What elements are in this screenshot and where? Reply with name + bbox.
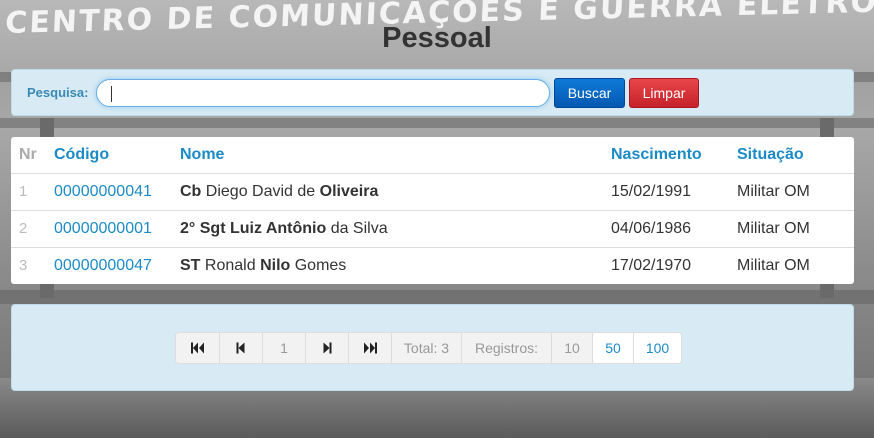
row-number: 2 [19,220,28,237]
first-page-icon [190,342,204,354]
prev-page-button[interactable] [219,333,262,363]
last-page-button[interactable] [348,333,391,363]
search-label: Pesquisa: [27,85,89,100]
situacao-cell: Militar OM [737,257,810,274]
page-title: Pessoal [382,22,492,54]
column-header-nascimento[interactable]: Nascimento [611,137,702,173]
buscar-button[interactable]: Buscar [554,78,625,108]
situacao-cell: Militar OM [737,183,810,200]
next-page-icon [323,342,332,354]
pagination-panel: 1 Total: 3 Registros: 10 50 100 [11,304,854,391]
last-page-icon [364,342,377,354]
column-header-situacao[interactable]: Situação [737,137,804,173]
search-input[interactable] [96,79,550,107]
nascimento-cell: 15/02/1991 [611,183,692,200]
column-header-nome[interactable]: Nome [180,137,224,173]
codigo-link[interactable]: 00000000047 [54,248,152,284]
nome-cell: ST Ronald Nilo Gomes [180,257,347,274]
pagination: 1 Total: 3 Registros: 10 50 100 [175,332,682,364]
limpar-button[interactable]: Limpar [629,78,699,108]
column-header-nr[interactable]: Nr [19,137,37,173]
next-page-button[interactable] [305,333,348,363]
row-number: 3 [19,257,28,274]
table-row[interactable]: 1 00000000041 Cb Diego David de Oliveira… [11,173,854,210]
codigo-link[interactable]: 00000000001 [54,211,152,247]
prev-page-icon [236,342,245,354]
nome-cell: 2° Sgt Luiz Antônio da Silva [180,220,388,237]
current-page[interactable]: 1 [262,333,305,363]
codigo-link[interactable]: 00000000041 [54,174,152,210]
results-table: Nr Código Nome Nascimento Situação 1 000… [11,137,854,284]
page-size-10[interactable]: 10 [551,333,592,363]
table-header: Nr Código Nome Nascimento Situação [11,137,854,174]
text-caret [111,86,112,102]
situacao-cell: Militar OM [737,220,810,237]
row-number: 1 [19,183,28,200]
search-panel: Pesquisa: Buscar Limpar [11,69,854,116]
nome-cell: Cb Diego David de Oliveira [180,183,379,200]
page-size-100[interactable]: 100 [633,333,681,363]
registros-label: Registros: [461,333,551,363]
table-row[interactable]: 2 00000000001 2° Sgt Luiz Antônio da Sil… [11,210,854,247]
table-row[interactable]: 3 00000000047 ST Ronald Nilo Gomes 17/02… [11,247,854,284]
first-page-button[interactable] [176,333,219,363]
page-size-50[interactable]: 50 [592,333,633,363]
nascimento-cell: 04/06/1986 [611,220,692,237]
nascimento-cell: 17/02/1970 [611,257,692,274]
total-count: Total: 3 [391,333,461,363]
column-header-codigo[interactable]: Código [54,137,109,173]
